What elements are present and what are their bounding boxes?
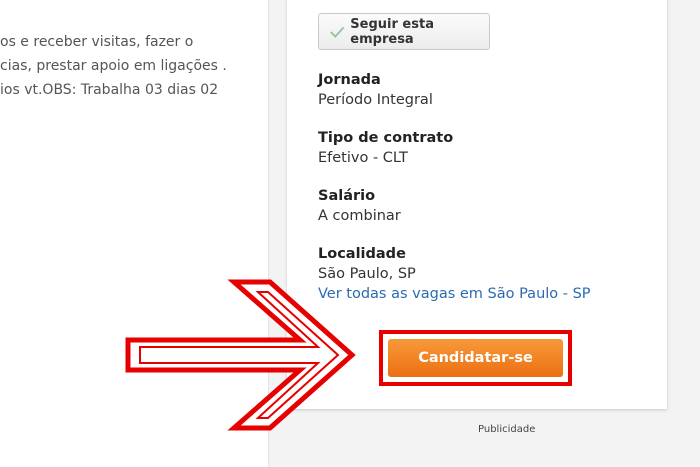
arrow-right-icon xyxy=(125,279,356,431)
